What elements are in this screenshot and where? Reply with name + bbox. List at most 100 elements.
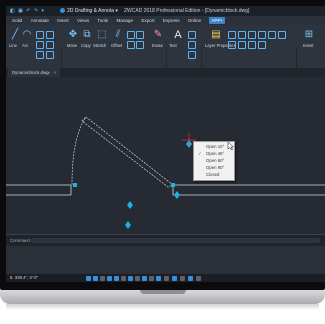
copy-icon[interactable]: ⧉: [80, 29, 94, 41]
arc-icon[interactable]: ◠: [20, 29, 34, 41]
tab-express[interactable]: Express: [163, 16, 180, 25]
fillet-icon[interactable]: [127, 41, 135, 49]
workspace-selector[interactable]: 2D Drafting & Annota ▾: [60, 6, 118, 16]
tab-insert[interactable]: Insert: [57, 16, 69, 25]
layer-unlock-icon[interactable]: [258, 41, 266, 49]
flip-grip[interactable]: [127, 201, 133, 209]
layer-state-icon[interactable]: [228, 31, 236, 39]
dimension-icon[interactable]: [188, 31, 196, 39]
file-tab[interactable]: Dynamicblock.dwg ×: [8, 68, 61, 77]
isolate-toggle[interactable]: [180, 275, 185, 281]
polyline-icon[interactable]: [46, 31, 54, 39]
text-icon[interactable]: A: [171, 29, 185, 41]
menu-item-open-60[interactable]: Open 60°: [194, 157, 234, 164]
dyn-toggle[interactable]: [135, 275, 140, 281]
tab-views[interactable]: Views: [77, 16, 89, 25]
hatch-icon[interactable]: [46, 41, 54, 49]
annotation-scale-toggle[interactable]: [172, 275, 177, 281]
menu-item-label: Closed: [206, 172, 220, 177]
snap-toggle[interactable]: [93, 275, 98, 281]
stretch-icon[interactable]: ⬚: [95, 29, 109, 41]
annotation-toggle[interactable]: [156, 275, 161, 281]
selection-cycle-toggle[interactable]: [149, 275, 154, 281]
laptop-shadow: [6, 304, 319, 310]
laptop-notch: [140, 290, 186, 294]
tab-online[interactable]: Online: [188, 16, 201, 25]
flip-grip[interactable]: [174, 191, 180, 199]
offset-icon[interactable]: ⫽: [111, 29, 125, 41]
insert-icon[interactable]: ⊞: [302, 29, 316, 41]
table-icon[interactable]: [188, 51, 196, 59]
drawing-canvas[interactable]: [6, 77, 325, 234]
workspace-label: 2D Drafting & Annota: [67, 8, 114, 14]
osnap-toggle[interactable]: [114, 275, 119, 281]
tab-export[interactable]: Export: [141, 16, 154, 25]
insert-label: Insert: [303, 43, 314, 48]
tab-annotate[interactable]: Annotate: [31, 16, 49, 25]
menu-item-label: Open 60°: [206, 158, 225, 163]
door-swing-arc: [71, 116, 87, 186]
tab-tools[interactable]: Tools: [97, 16, 108, 25]
coordinate-readout: 8. 338.4", 0'-0": [10, 275, 38, 280]
quick-props-toggle[interactable]: [142, 275, 147, 281]
otrack-toggle[interactable]: [121, 275, 126, 281]
file-tab-strip: Dynamicblock.dwg × ▪: [6, 68, 325, 77]
arc-label: Arc: [22, 43, 29, 48]
menu-item-label: Open 10°: [206, 144, 225, 149]
copy-label: Copy: [81, 43, 91, 48]
mirror-icon[interactable]: [136, 41, 144, 49]
spline-icon[interactable]: [46, 51, 54, 59]
command-input[interactable]: [31, 238, 320, 243]
menu-item-closed[interactable]: Closed: [194, 171, 234, 178]
circle-icon[interactable]: [36, 31, 44, 39]
customize-toggle[interactable]: [196, 275, 201, 281]
layer-color-icon[interactable]: [268, 31, 276, 39]
lineweight-toggle[interactable]: [128, 275, 133, 281]
menu-item-open-45[interactable]: ✓ Open 45°: [194, 150, 234, 157]
layer-isolate-icon[interactable]: [238, 41, 246, 49]
grip-point[interactable]: [171, 183, 175, 187]
file-tab-label: Dynamicblock.dwg: [12, 70, 49, 75]
text-label: Text: [169, 43, 177, 48]
stretch-grip[interactable]: [125, 221, 131, 229]
new-tab-button[interactable]: ▪: [48, 68, 50, 77]
stretch-label: Stretch: [93, 43, 107, 48]
command-line: Command: [6, 234, 325, 246]
grip-point[interactable]: [73, 183, 77, 187]
ribbon-tabs: Solid Annotate Insert Views Tools Manage…: [6, 16, 325, 25]
screen-bezel: ◧ ▣ ↶ ↷ ▾ 2D Drafting & Annota ▾ ZWCAD 2…: [0, 0, 325, 290]
move-icon[interactable]: ✥: [66, 29, 80, 41]
quick-access-toolbar[interactable]: ◧ ▣ ↶ ↷ ▾: [10, 6, 45, 16]
pointer-cursor-icon: [227, 141, 235, 151]
layer-thaw-icon[interactable]: [248, 41, 256, 49]
leader-icon[interactable]: [188, 41, 196, 49]
tab-solid[interactable]: Solid: [12, 16, 22, 25]
tab-app-plus[interactable]: APP+: [209, 17, 226, 24]
erase-icon[interactable]: ✎: [151, 29, 165, 41]
grid-toggle[interactable]: [86, 275, 91, 281]
layer-freeze-icon[interactable]: [248, 31, 256, 39]
extend-icon[interactable]: [136, 31, 144, 39]
title-bar: ◧ ▣ ↶ ↷ ▾ 2D Drafting & Annota ▾ ZWCAD 2…: [6, 6, 325, 16]
layer-properties-icon[interactable]: ▤: [209, 29, 223, 41]
menu-item-open-90[interactable]: Open 90°: [194, 164, 234, 171]
tab-manage[interactable]: Manage: [116, 16, 133, 25]
fullscreen-toggle[interactable]: [188, 275, 193, 281]
layer-lock-icon[interactable]: [258, 31, 266, 39]
window-title: ZWCAD 2018 Professional Edition - [Dynam…: [124, 8, 250, 14]
layer-off-icon[interactable]: [228, 41, 236, 49]
move-label: Move: [67, 43, 78, 48]
close-icon[interactable]: ×: [54, 70, 57, 75]
ortho-toggle[interactable]: [100, 275, 105, 281]
layer-on-icon[interactable]: [238, 31, 246, 39]
command-label: Command: [10, 238, 30, 243]
trim-icon[interactable]: [127, 31, 135, 39]
laptop-frame: ◧ ▣ ↶ ↷ ▾ 2D Drafting & Annota ▾ ZWCAD 2…: [0, 0, 325, 324]
polar-toggle[interactable]: [107, 275, 112, 281]
workspace-toggle[interactable]: [164, 275, 169, 281]
menu-item-label: Open 45°: [206, 151, 225, 156]
menu-item-label: Open 90°: [206, 165, 225, 170]
layer-match-icon[interactable]: [278, 31, 286, 39]
ellipse-icon[interactable]: [36, 51, 44, 59]
rectangle-icon[interactable]: [36, 41, 44, 49]
